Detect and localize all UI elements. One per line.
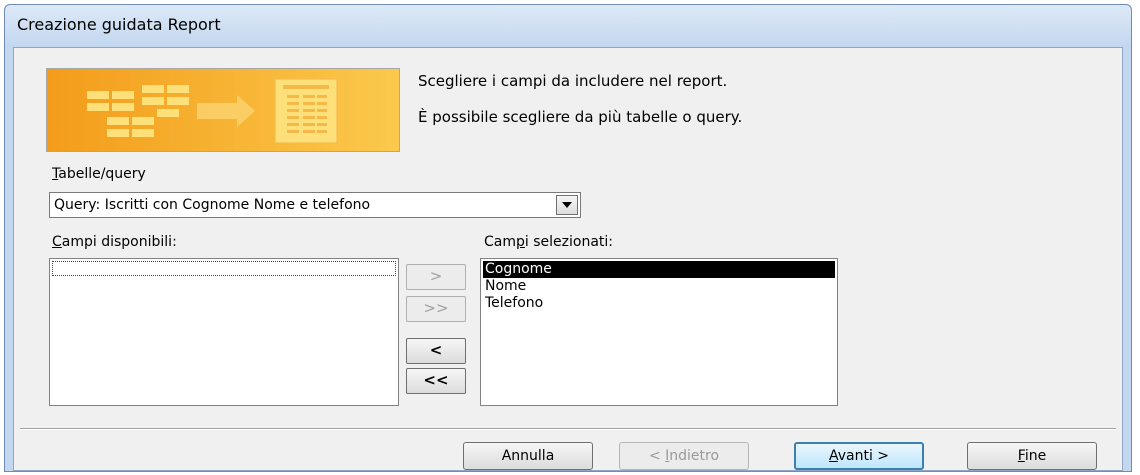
available-fields-list[interactable] xyxy=(49,258,399,406)
intro-text-fields: Scegliere i campi da includere nel repor… xyxy=(418,72,728,90)
back-button[interactable]: < Indietro xyxy=(619,442,749,470)
window-title: Creazione guidata Report xyxy=(17,15,221,34)
next-button[interactable]: Avanti > xyxy=(794,442,924,470)
list-item-nome[interactable]: Nome xyxy=(485,278,526,295)
available-fields-label: Campi disponibili: xyxy=(52,234,177,250)
report-wizard-banner-icon xyxy=(46,68,400,152)
dropdown-button[interactable] xyxy=(556,195,578,215)
tables-query-label: Tabelle/query xyxy=(52,166,146,182)
list-item-telefono[interactable]: Telefono xyxy=(485,295,543,312)
cancel-button[interactable]: Annulla xyxy=(463,442,593,470)
remove-all-button[interactable]: << xyxy=(406,368,466,394)
tables-query-value: Query: Iscritti con Cognome Nome e telef… xyxy=(54,197,371,213)
add-all-button[interactable]: >> xyxy=(406,296,466,322)
remove-one-button[interactable]: < xyxy=(406,338,466,364)
chevron-down-icon xyxy=(562,202,572,208)
dialog-body: Scegliere i campi da includere nel repor… xyxy=(13,47,1123,471)
report-wizard-window: Creazione guidata Report Scegliere i cam… xyxy=(4,4,1132,472)
finish-button[interactable]: Fine xyxy=(967,442,1097,470)
footer-separator xyxy=(20,428,1116,430)
focus-rectangle xyxy=(52,261,396,276)
intro-text-multiple-sources: È possibile scegliere da più tabelle o q… xyxy=(418,108,743,126)
add-one-button[interactable]: > xyxy=(406,264,466,290)
title-bar[interactable]: Creazione guidata Report xyxy=(5,5,1131,45)
tables-query-select[interactable]: Query: Iscritti con Cognome Nome e telef… xyxy=(49,192,581,218)
list-item-cognome[interactable]: Cognome xyxy=(483,261,835,278)
selected-fields-list[interactable]: Cognome Nome Telefono xyxy=(480,258,838,406)
selected-fields-label: Campi selezionati: xyxy=(484,234,613,250)
